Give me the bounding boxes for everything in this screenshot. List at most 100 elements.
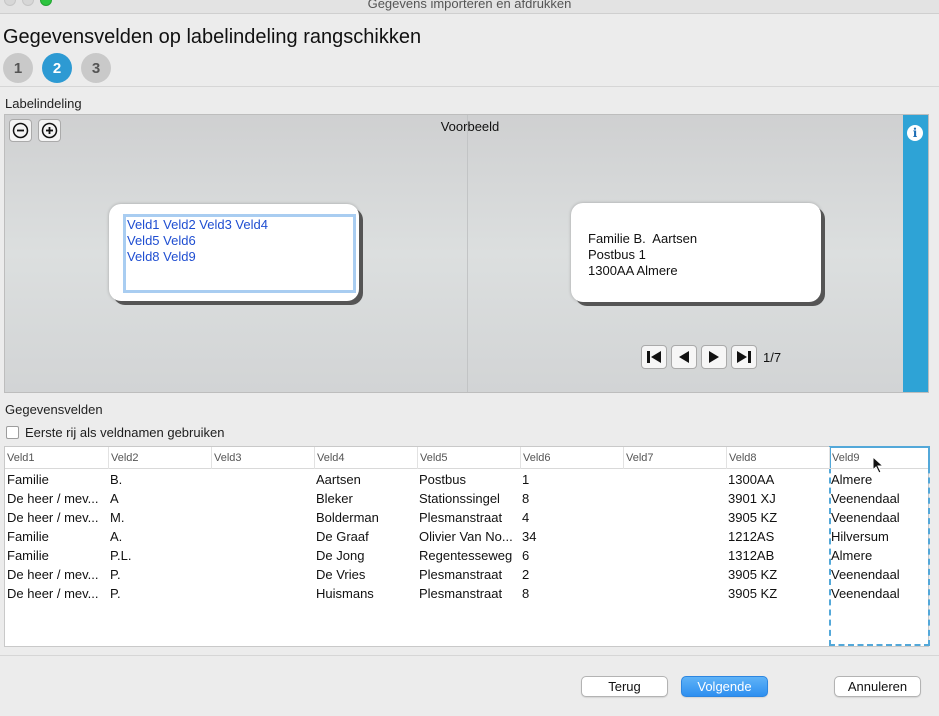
first-row-as-names-option[interactable]: Eerste rij als veldnamen gebruiken [6,425,224,440]
label-layout-card: Veld1 Veld2 Veld3 Veld4 Veld5 Veld6 Veld… [109,204,359,301]
table-cell: Plesmanstraat [419,586,503,601]
table-row[interactable]: De heer / mev... P. Huismans Plesmanstraat 8… [5,584,928,603]
fields-section-label: Gegevensvelden [5,402,103,417]
table-header: Veld1 Veld2 Veld3 Veld4 Veld5 Veld6 Veld7 Veld8… [5,447,928,469]
table-cell: Plesmanstraat [419,567,503,582]
last-record-icon [737,351,751,363]
table-cell: A [110,491,119,506]
table-cell [211,489,310,508]
footer-divider [0,655,939,656]
table-cell: De heer / mev... [7,567,99,582]
sample-line-3: 1300AA Almere [588,263,678,278]
previous-record-button[interactable] [671,345,697,369]
first-row-checkbox-label[interactable]: Eerste rij als veldnamen gebruiken [25,425,224,440]
first-record-button[interactable] [641,345,667,369]
table-cell: Hilversum [831,529,889,544]
table-row[interactable]: De heer / mev... P. De Vries Plesmanstraat 2… [5,565,928,584]
table-cell: P.L. [110,548,132,563]
layout-line-2[interactable]: Veld5 Veld6 [126,233,353,249]
table-cell: Olivier Van No... [419,529,513,544]
layout-line-3[interactable]: Veld8 Veld9 [126,249,353,265]
table-cell: Aartsen [316,472,361,487]
table-cell: P. [110,567,121,582]
zoom-out-button[interactable] [9,119,32,142]
table-cell: Familie [7,472,49,487]
table-cell: P. [110,586,121,601]
table-cell: De heer / mev... [7,586,99,601]
preview-divider [467,115,468,392]
table-cell [623,489,722,508]
column-header-6[interactable]: Veld6 [520,447,623,469]
sample-line-2: Postbus 1 [588,247,646,262]
table-cell: 1300AA [728,472,775,487]
table-cell: De heer / mev... [7,491,99,506]
table-cell [211,546,310,565]
window-title-bar: Gegevens importeren en afdrukken [0,0,939,14]
table-cell: 1312AB [728,548,775,563]
table-cell: 2 [522,567,530,582]
table-body: Familie B. Aartsen Postbus 1 1300AA Almere De h… [5,470,928,603]
step-1[interactable]: 1 [3,53,33,83]
first-record-icon [647,351,661,363]
previous-record-icon [679,351,689,363]
zoom-in-button[interactable] [38,119,61,142]
label-preview-area: Voorbeeld Veld1 Veld2 Veld3 Veld4 Veld5 … [4,114,929,393]
info-sidebar[interactable]: i [903,115,928,392]
table-cell: 8 [522,586,530,601]
table-cell: Veenendaal [831,491,900,506]
table-row[interactable]: Familie P.L. De Jong Regentesseweg 6 1312AB Al… [5,546,928,565]
next-record-button[interactable] [701,345,727,369]
back-button[interactable]: Terug [581,676,668,697]
table-cell: Familie [7,529,49,544]
info-icon[interactable]: i [907,125,923,141]
header-divider [0,86,939,87]
table-cell: 3905 KZ [728,510,778,525]
column-header-2[interactable]: Veld2 [108,447,211,469]
table-cell: 4 [522,510,530,525]
table-cell: 8 [522,491,530,506]
table-row[interactable]: Familie B. Aartsen Postbus 1 1300AA Almere [5,470,928,489]
table-cell [623,508,722,527]
label-sample-text: Familie B. Aartsen Postbus 1 1300AA Alme… [588,231,697,279]
zoom-in-icon [41,122,58,139]
sample-line-1: Familie B. Aartsen [588,231,698,246]
table-cell: Veenendaal [831,567,900,582]
table-cell: Veenendaal [831,510,900,525]
column-header-4[interactable]: Veld4 [314,447,417,469]
table-row[interactable]: Familie A. De Graaf Olivier Van No... 34 1212… [5,527,928,546]
label-layout-editor[interactable]: Veld1 Veld2 Veld3 Veld4 Veld5 Veld6 Veld… [123,214,356,293]
table-cell: Almere [831,548,873,563]
table-cell: Familie [7,548,49,563]
next-record-icon [709,351,719,363]
step-2-active[interactable]: 2 [42,53,72,83]
last-record-button[interactable] [731,345,757,369]
step-indicator: 1 2 3 [3,53,111,83]
table-row[interactable]: De heer / mev... A Bleker Stationssingel 8 39… [5,489,928,508]
table-cell: Bleker [316,491,353,506]
table-cell [623,527,722,546]
column-header-7[interactable]: Veld7 [623,447,726,469]
first-row-checkbox[interactable] [6,426,19,439]
column-header-3[interactable]: Veld3 [211,447,314,469]
table-cell: De Vries [316,567,366,582]
zoom-out-icon [12,122,29,139]
layout-line-1[interactable]: Veld1 Veld2 Veld3 Veld4 [126,217,353,233]
page-title: Gegevensvelden op labelindeling rangschi… [3,26,422,48]
table-cell: 1 [522,472,530,487]
table-cell [211,565,310,584]
table-cell [623,546,722,565]
table-cell: Huismans [316,586,374,601]
next-button[interactable]: Volgende [681,676,768,697]
table-row[interactable]: De heer / mev... M. Bolderman Plesmanstraat… [5,508,928,527]
column-header-1[interactable]: Veld1 [5,447,108,469]
table-cell: Stationssingel [419,491,500,506]
table-cell: 34 [522,529,537,544]
step-3[interactable]: 3 [81,53,111,83]
table-cell: Plesmanstraat [419,510,503,525]
cancel-button[interactable]: Annuleren [834,676,921,697]
preview-title-wrap: Voorbeeld [5,119,939,134]
mouse-cursor-icon [872,456,884,474]
table-cell: 1212AS [728,529,775,544]
column-header-5[interactable]: Veld5 [417,447,520,469]
column-header-8[interactable]: Veld8 [726,447,829,469]
